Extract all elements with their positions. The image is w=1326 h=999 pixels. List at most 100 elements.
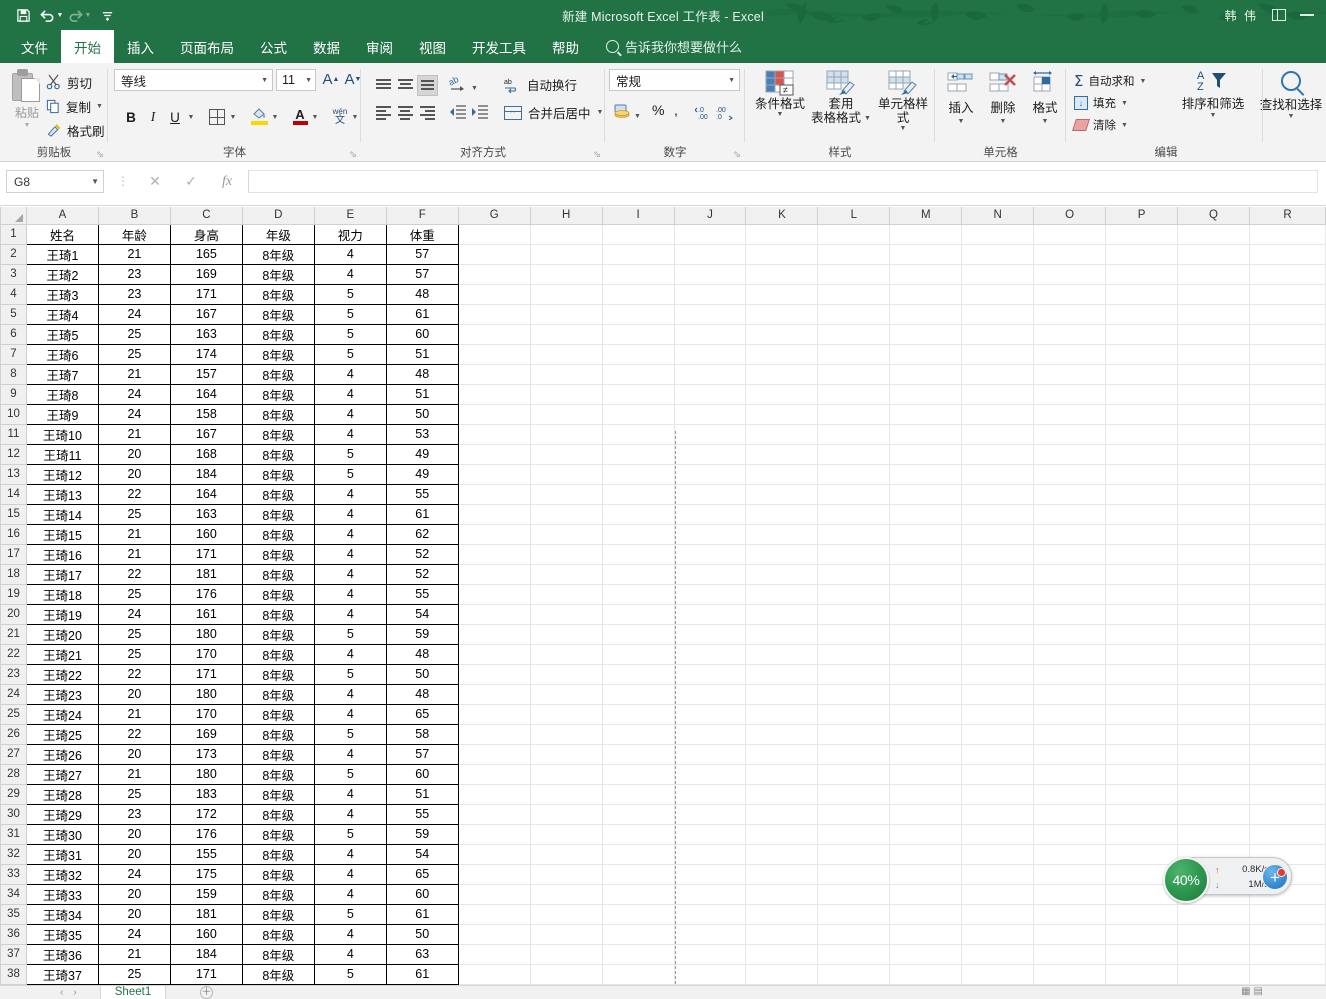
cell-D36[interactable]: 8年级 [241, 923, 315, 945]
cell-N33[interactable] [961, 864, 1035, 885]
cell-I4[interactable] [602, 284, 675, 305]
cell-L31[interactable] [817, 824, 891, 845]
tab-developer[interactable]: 开发工具 [459, 30, 539, 63]
cell-H14[interactable] [530, 484, 603, 505]
cell-D35[interactable]: 8年级 [241, 903, 315, 925]
cell-F37[interactable]: 63 [385, 943, 459, 965]
merge-dropdown-caret[interactable]: ▼ [597, 109, 604, 116]
cell-P4[interactable] [1105, 284, 1179, 305]
cell-I19[interactable] [602, 584, 675, 605]
cell-R9[interactable] [1249, 384, 1326, 405]
row-header-24[interactable]: 24 [0, 683, 27, 705]
cell-E12[interactable]: 5 [313, 443, 387, 465]
cell-R8[interactable] [1249, 364, 1326, 385]
cell-L3[interactable] [817, 264, 891, 285]
cell-N18[interactable] [961, 564, 1035, 585]
cell-O33[interactable] [1033, 864, 1107, 885]
cell-B31[interactable]: 20 [97, 823, 171, 845]
cell-G29[interactable] [458, 784, 531, 805]
cell-I26[interactable] [602, 724, 675, 745]
row-header-33[interactable]: 33 [0, 863, 27, 885]
cell-K7[interactable] [745, 344, 819, 365]
cell-G38[interactable] [458, 964, 531, 985]
cell-F9[interactable]: 51 [385, 383, 459, 405]
cell-E29[interactable]: 4 [313, 783, 387, 805]
cell-B34[interactable]: 20 [97, 883, 171, 905]
cell-P23[interactable] [1105, 664, 1179, 685]
cell-D5[interactable]: 8年级 [241, 303, 315, 325]
cell-K33[interactable] [745, 864, 819, 885]
column-header-J[interactable]: J [673, 207, 747, 225]
cell-G17[interactable] [458, 544, 531, 565]
delete-cells-button[interactable]: 删除 ▼ [983, 71, 1023, 125]
cell-B2[interactable]: 21 [97, 243, 171, 265]
cell-D13[interactable]: 8年级 [241, 463, 315, 485]
cell-R10[interactable] [1249, 404, 1326, 425]
cell-O34[interactable] [1033, 884, 1107, 905]
spreadsheet-grid[interactable]: ABCDEFGHIJKLMNOPQR 1 姓名 年龄 身高 年级 视力 体重 2 王琦1 21 16… [0, 207, 1326, 992]
cell-M2[interactable] [889, 244, 963, 265]
row-header-1[interactable]: 1 [0, 223, 27, 245]
cell-L23[interactable] [817, 664, 891, 685]
align-middle-button[interactable] [395, 75, 416, 96]
cell-K20[interactable] [745, 604, 819, 625]
cell-K9[interactable] [745, 384, 819, 405]
cell-R31[interactable] [1249, 824, 1326, 845]
cell-I36[interactable] [602, 924, 675, 945]
cell-D20[interactable]: 8年级 [241, 603, 315, 625]
cell-K22[interactable] [745, 644, 819, 665]
conditional-formatting-caret[interactable]: ▼ [777, 111, 784, 118]
cell-I35[interactable] [602, 904, 675, 925]
cell-P21[interactable] [1105, 624, 1179, 645]
cell-G30[interactable] [458, 804, 531, 825]
cell-O3[interactable] [1033, 264, 1107, 285]
cell-N10[interactable] [961, 404, 1035, 425]
cell-Q30[interactable] [1177, 804, 1250, 825]
cell-B5[interactable]: 24 [97, 303, 171, 325]
cell-O25[interactable] [1033, 704, 1107, 725]
cell-Q35[interactable] [1177, 904, 1250, 925]
cell-H24[interactable] [530, 684, 603, 705]
cell-L32[interactable] [817, 844, 891, 865]
cell-K6[interactable] [745, 324, 819, 345]
cell-K37[interactable] [745, 944, 819, 965]
cell-L37[interactable] [817, 944, 891, 965]
cell-M29[interactable] [889, 784, 963, 805]
formula-input[interactable] [248, 170, 1318, 193]
cell-J16[interactable] [674, 524, 747, 545]
cell-B19[interactable]: 25 [97, 583, 171, 605]
cell-F27[interactable]: 57 [385, 743, 459, 765]
cell-G7[interactable] [458, 344, 531, 365]
column-header-Q[interactable]: Q [1177, 207, 1250, 225]
cell-N32[interactable] [961, 844, 1035, 865]
cell-E25[interactable]: 4 [313, 703, 387, 725]
cell-M4[interactable] [889, 284, 963, 305]
cell-I11[interactable] [602, 424, 675, 445]
cell-G18[interactable] [458, 564, 531, 585]
cell-Q21[interactable] [1177, 624, 1250, 645]
confirm-icon[interactable]: ✓ [173, 170, 209, 193]
cell-J13[interactable] [674, 464, 747, 485]
cell-F29[interactable]: 51 [385, 783, 459, 805]
cell-Q29[interactable] [1177, 784, 1250, 805]
row-header-11[interactable]: 11 [0, 423, 27, 445]
borders-dropdown-caret[interactable]: ▼ [228, 105, 238, 129]
cell-G12[interactable] [458, 444, 531, 465]
cell-L20[interactable] [817, 604, 891, 625]
cell-H31[interactable] [530, 824, 603, 845]
cell-I20[interactable] [602, 604, 675, 625]
cell-R7[interactable] [1249, 344, 1326, 365]
cell-D27[interactable]: 8年级 [241, 743, 315, 765]
cell-L16[interactable] [817, 524, 891, 545]
cell-P20[interactable] [1105, 604, 1179, 625]
cell-E4[interactable]: 5 [313, 283, 387, 305]
cell-G28[interactable] [458, 764, 531, 785]
alignment-dialog-launcher[interactable]: ⬂ [592, 149, 602, 159]
cell-P35[interactable] [1105, 904, 1179, 925]
cell-G19[interactable] [458, 584, 531, 605]
cell-L2[interactable] [817, 244, 891, 265]
view-controls[interactable]: ▦▤ [1241, 986, 1266, 997]
cell-H7[interactable] [530, 344, 603, 365]
cell-B9[interactable]: 24 [97, 383, 171, 405]
cell-N23[interactable] [961, 664, 1035, 685]
